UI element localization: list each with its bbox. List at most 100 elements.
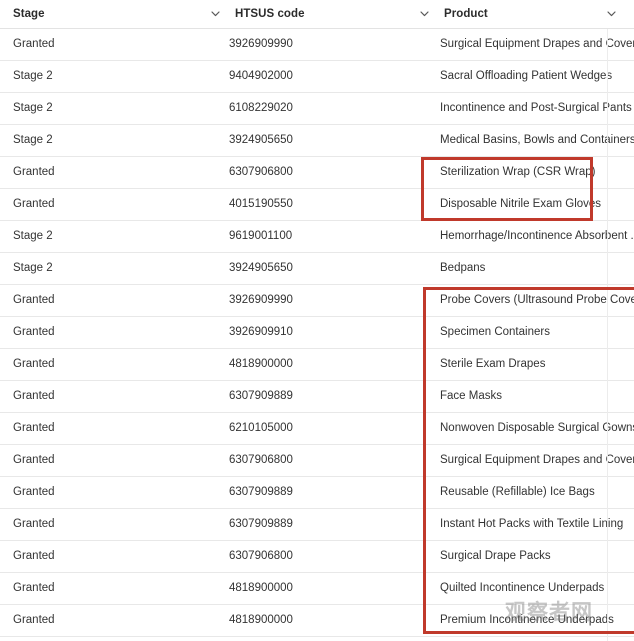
column-header-stage-label: Stage [0, 8, 215, 20]
cell-spacer [215, 604, 222, 636]
cell-stage: Granted [0, 444, 215, 476]
table-row[interactable]: Granted6210105000Nonwoven Disposable Sur… [0, 412, 634, 444]
cell-htsus-code: 4818900000 [222, 348, 424, 380]
table-row[interactable]: Stage 23924905650Medical Basins, Bowls a… [0, 124, 634, 156]
cell-htsus-code: 6307909889 [222, 476, 424, 508]
cell-spacer [424, 284, 431, 316]
cell-spacer [424, 316, 431, 348]
table-row[interactable]: Granted4818900000Quilted Incontinence Un… [0, 572, 634, 604]
cell-product: Surgical Drape Packs [431, 540, 634, 572]
products-table: Stage HTSUS code Product [0, 0, 634, 637]
cell-spacer [424, 220, 431, 252]
cell-stage: Stage 2 [0, 92, 215, 124]
cell-product: Medical Basins, Bowls and Containers [431, 124, 634, 156]
cell-stage: Granted [0, 316, 215, 348]
cell-spacer [424, 124, 431, 156]
column-header-product[interactable]: Product [431, 0, 611, 28]
table-row[interactable]: Granted3926909990Probe Covers (Ultrasoun… [0, 284, 634, 316]
cell-stage: Granted [0, 188, 215, 220]
cell-spacer [215, 60, 222, 92]
cell-htsus-code: 6307906800 [222, 540, 424, 572]
cell-spacer [424, 28, 431, 60]
cell-spacer [424, 508, 431, 540]
cell-stage: Granted [0, 508, 215, 540]
table-row[interactable]: Granted6307909889Instant Hot Packs with … [0, 508, 634, 540]
cell-product: Incontinence and Post-Surgical Pants [431, 92, 634, 124]
cell-htsus-code: 4015190550 [222, 188, 424, 220]
cell-spacer [424, 252, 431, 284]
screenshot-root: Stage HTSUS code Product [0, 0, 634, 641]
cell-spacer [215, 476, 222, 508]
cell-stage: Granted [0, 572, 215, 604]
sort-stage-button[interactable] [215, 0, 222, 28]
cell-stage: Granted [0, 604, 215, 636]
cell-spacer [215, 348, 222, 380]
cell-spacer [424, 188, 431, 220]
table-row[interactable]: Granted6307906800Sterilization Wrap (CSR… [0, 156, 634, 188]
table-header: Stage HTSUS code Product [0, 0, 634, 28]
cell-stage: Granted [0, 412, 215, 444]
cell-product: Specimen Containers [431, 316, 634, 348]
cell-spacer [215, 444, 222, 476]
column-header-product-label: Product [431, 8, 611, 20]
chevron-down-icon [209, 7, 222, 20]
table-row[interactable]: Granted4015190550Disposable Nitrile Exam… [0, 188, 634, 220]
cell-stage: Granted [0, 380, 215, 412]
cell-product: Surgical Equipment Drapes and Covers [431, 28, 634, 60]
column-header-htsus-code[interactable]: HTSUS code [222, 0, 424, 28]
table-row[interactable]: Stage 23924905650Bedpans [0, 252, 634, 284]
cell-stage: Stage 2 [0, 124, 215, 156]
cell-htsus-code: 3926909990 [222, 28, 424, 60]
chevron-down-icon [605, 7, 618, 20]
cell-htsus-code: 9619001100 [222, 220, 424, 252]
cell-htsus-code: 4818900000 [222, 572, 424, 604]
cell-stage: Granted [0, 156, 215, 188]
table-row[interactable]: Granted4818900000Sterile Exam Drapes [0, 348, 634, 380]
cell-product: Reusable (Refillable) Ice Bags [431, 476, 634, 508]
cell-spacer [215, 540, 222, 572]
cell-htsus-code: 3924905650 [222, 252, 424, 284]
cell-htsus-code: 6307906800 [222, 444, 424, 476]
cell-spacer [424, 92, 431, 124]
table-row[interactable]: Granted6307906800Surgical Drape Packs [0, 540, 634, 572]
cell-product: Premium Incontinence Underpads [431, 604, 634, 636]
table-row[interactable]: Stage 26108229020Incontinence and Post-S… [0, 92, 634, 124]
table-row[interactable]: Stage 29404902000Sacral Offloading Patie… [0, 60, 634, 92]
sort-htsus-code-button[interactable] [424, 0, 431, 28]
cell-spacer [424, 572, 431, 604]
cell-product: Instant Hot Packs with Textile Lining [431, 508, 634, 540]
table-row[interactable]: Granted3926909910Specimen Containers [0, 316, 634, 348]
cell-stage: Granted [0, 476, 215, 508]
cell-spacer [215, 252, 222, 284]
cell-stage: Granted [0, 348, 215, 380]
cell-product: Hemorrhage/Incontinence Absorbent ... [431, 220, 634, 252]
table-row[interactable]: Granted6307906800Surgical Equipment Drap… [0, 444, 634, 476]
cell-stage: Stage 2 [0, 252, 215, 284]
cell-htsus-code: 6307909889 [222, 380, 424, 412]
cell-spacer [215, 92, 222, 124]
cell-spacer [215, 156, 222, 188]
cell-stage: Granted [0, 28, 215, 60]
column-header-stage[interactable]: Stage [0, 0, 215, 28]
table-row[interactable]: Granted6307909889Reusable (Refillable) I… [0, 476, 634, 508]
cell-spacer [215, 412, 222, 444]
cell-spacer [424, 348, 431, 380]
cell-htsus-code: 3926909990 [222, 284, 424, 316]
table-row[interactable]: Granted3926909990Surgical Equipment Drap… [0, 28, 634, 60]
cell-spacer [424, 604, 431, 636]
cell-htsus-code: 6108229020 [222, 92, 424, 124]
cell-product: Probe Covers (Ultrasound Probe Covers) [431, 284, 634, 316]
cell-spacer [424, 540, 431, 572]
cell-spacer [215, 284, 222, 316]
table-row[interactable]: Granted4818900000Premium Incontinence Un… [0, 604, 634, 636]
table-row[interactable]: Granted6307909889Face Masks [0, 380, 634, 412]
header-row: Stage HTSUS code Product [0, 0, 634, 28]
cell-product: Sterilization Wrap (CSR Wrap) [431, 156, 634, 188]
cell-spacer [215, 220, 222, 252]
cell-spacer [424, 156, 431, 188]
table-row[interactable]: Stage 29619001100Hemorrhage/Incontinence… [0, 220, 634, 252]
cell-spacer [424, 444, 431, 476]
sort-product-button[interactable] [611, 0, 634, 28]
cell-product: Sterile Exam Drapes [431, 348, 634, 380]
cell-spacer [215, 28, 222, 60]
